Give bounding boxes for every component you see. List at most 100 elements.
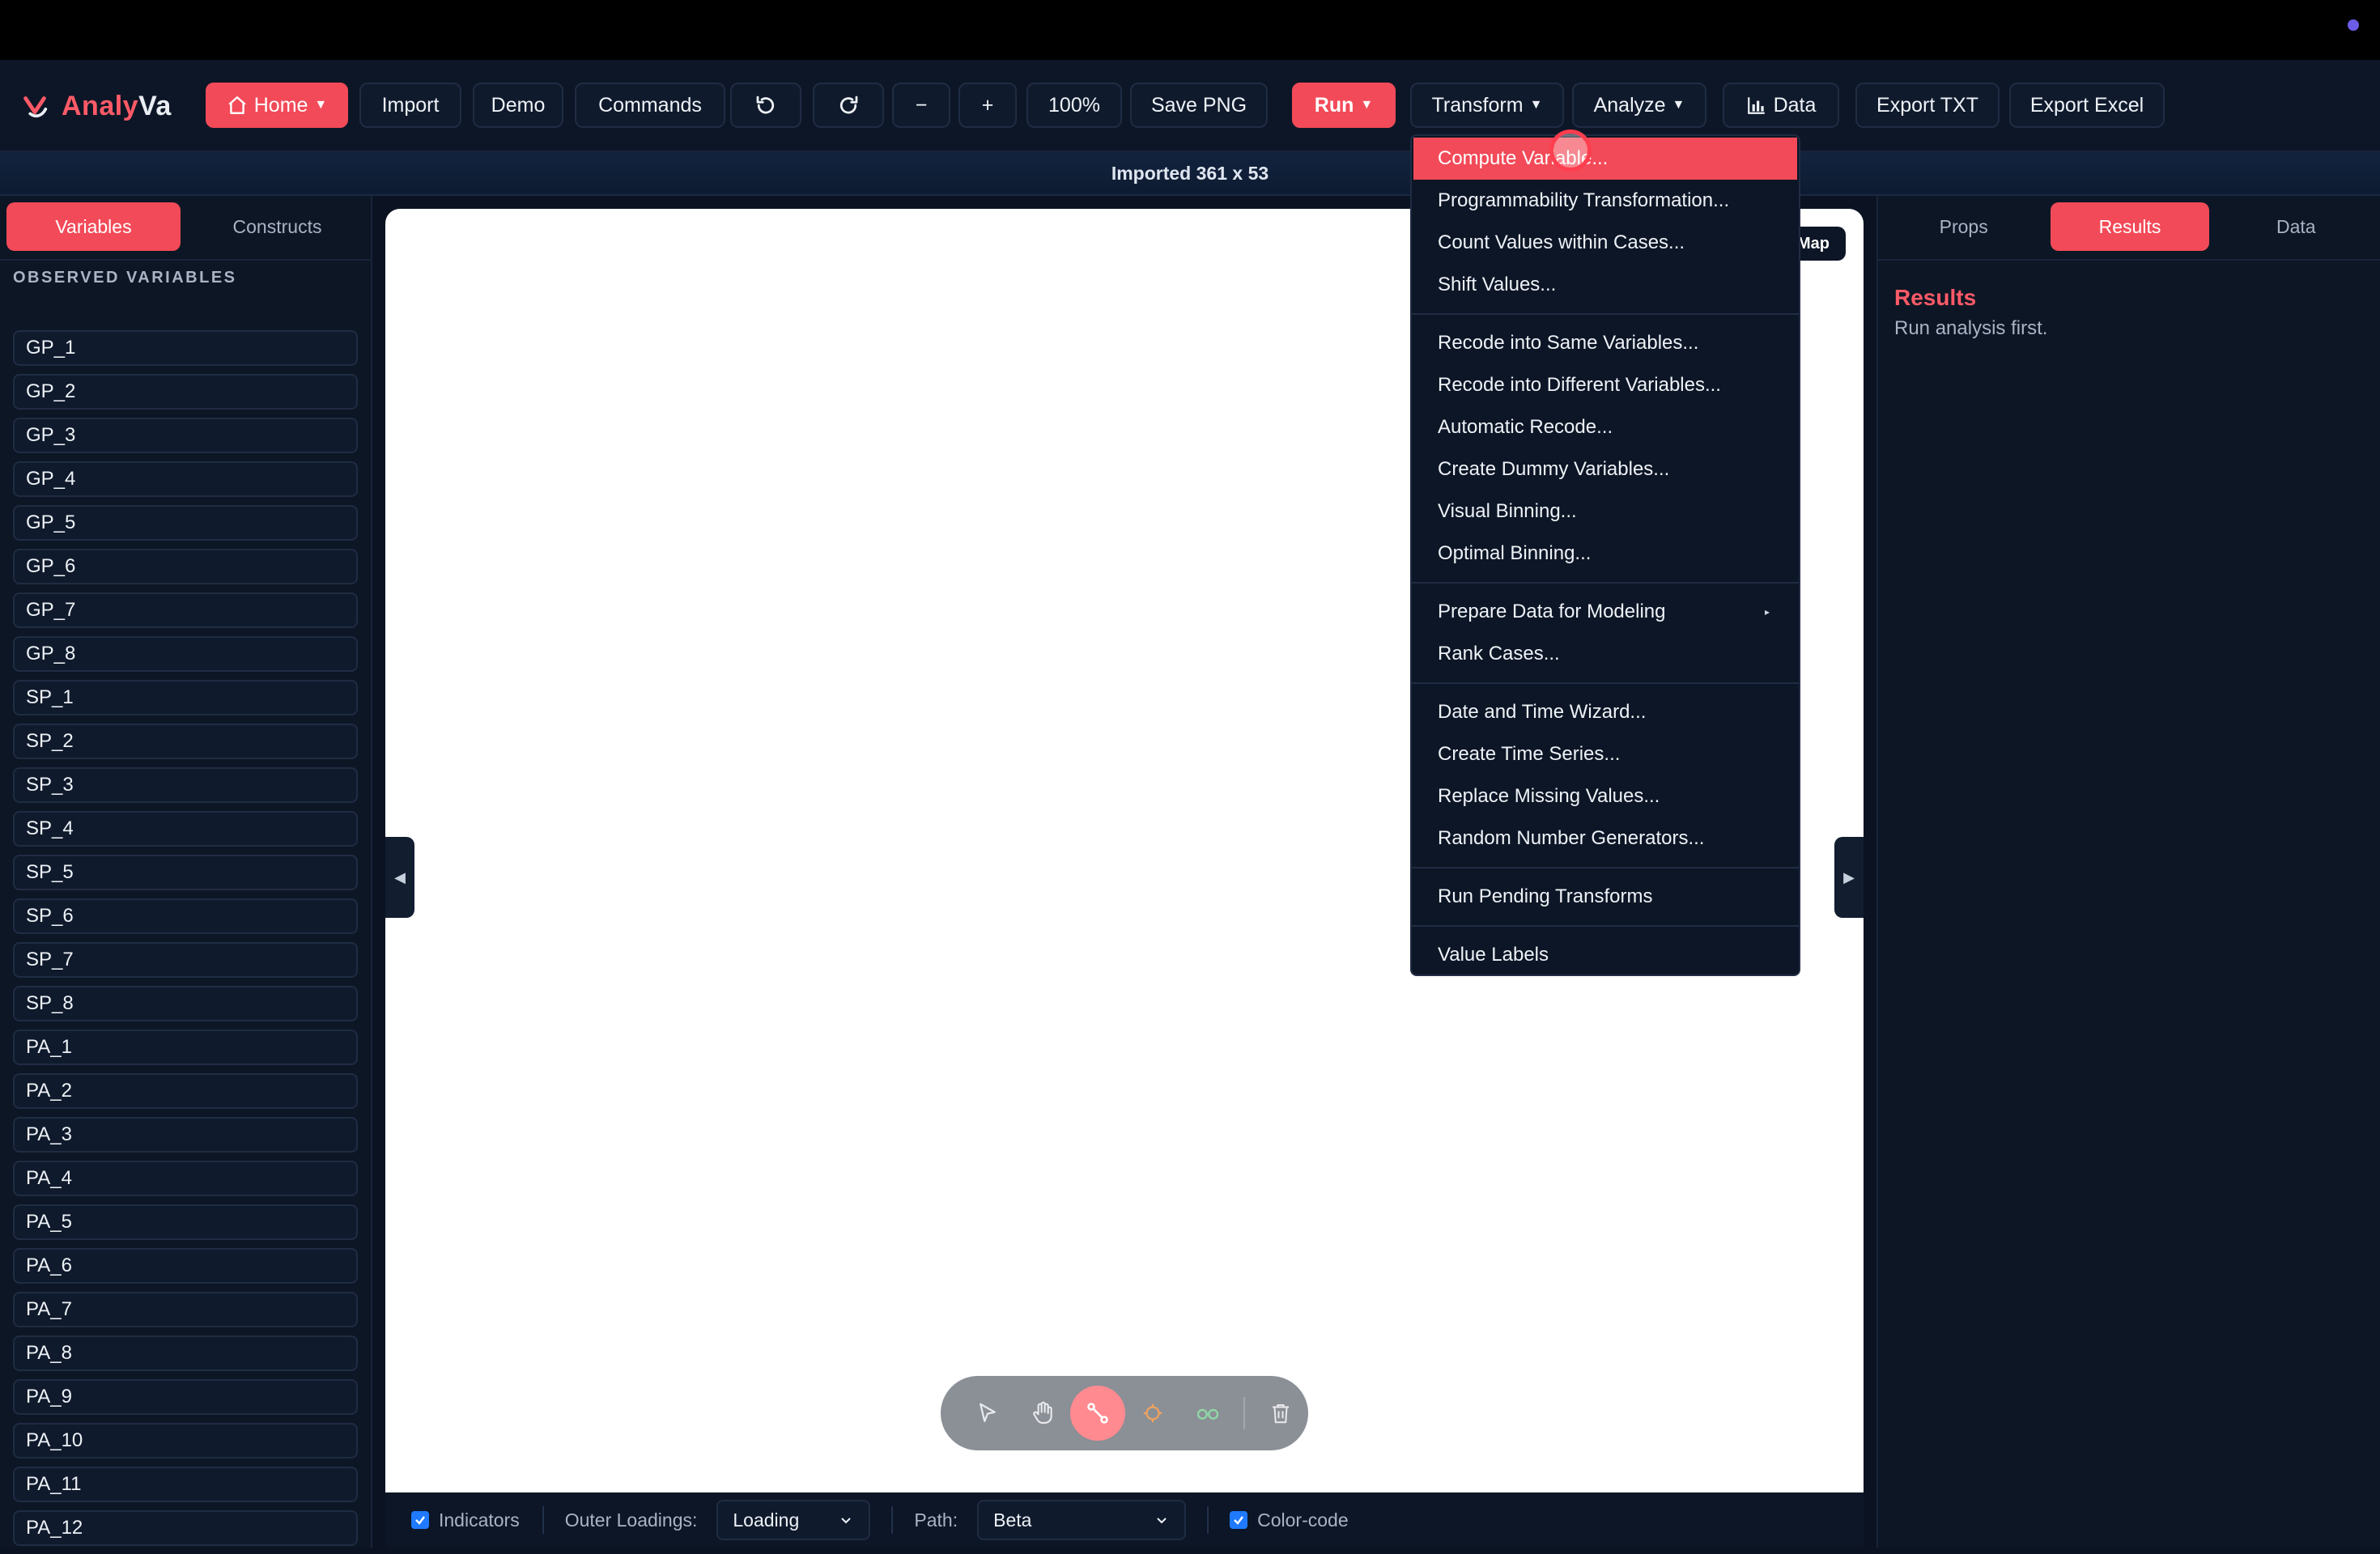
- variable-item[interactable]: GP_1: [13, 330, 358, 366]
- tab-results[interactable]: Results: [2051, 202, 2209, 251]
- chevron-down-icon: [1157, 1518, 1167, 1524]
- export-txt-button[interactable]: Export TXT: [1855, 83, 2000, 128]
- run-button[interactable]: Run ▼: [1292, 83, 1396, 128]
- variable-item[interactable]: PA_7: [13, 1292, 358, 1327]
- import-button[interactable]: Import: [359, 83, 461, 128]
- variable-item[interactable]: SP_1: [13, 680, 358, 715]
- save-png-button[interactable]: Save PNG: [1130, 83, 1268, 128]
- menu-item[interactable]: Optimal Binning...: [1413, 533, 1797, 575]
- path-select[interactable]: Beta: [977, 1500, 1187, 1540]
- menu-item[interactable]: Replace Missing Values...: [1413, 775, 1797, 817]
- variable-item[interactable]: GP_5: [13, 505, 358, 541]
- zoom-out-button[interactable]: −: [892, 83, 950, 128]
- menu-item-label: Automatic Recode...: [1438, 416, 1613, 438]
- undo-button[interactable]: [730, 83, 801, 128]
- menu-item[interactable]: Random Number Generators...: [1413, 817, 1797, 860]
- variable-item[interactable]: PA_6: [13, 1248, 358, 1284]
- right-panel-tabs: Props Results Data: [1885, 202, 2375, 251]
- variable-item[interactable]: PA_8: [13, 1335, 358, 1371]
- variable-item[interactable]: SP_5: [13, 855, 358, 890]
- menu-separator: [1412, 313, 1799, 315]
- variable-item[interactable]: PA_1: [13, 1030, 358, 1065]
- menu-item[interactable]: Shift Values...: [1413, 264, 1797, 306]
- menu-item[interactable]: Count Values within Cases...: [1413, 222, 1797, 264]
- redo-button[interactable]: [813, 83, 884, 128]
- variable-item[interactable]: PA_4: [13, 1161, 358, 1196]
- variable-item[interactable]: GP_3: [13, 418, 358, 453]
- menu-item-label: Recode into Same Variables...: [1438, 332, 1699, 354]
- construct-tool[interactable]: [1125, 1386, 1180, 1441]
- variable-item[interactable]: GP_2: [13, 374, 358, 410]
- tab-props[interactable]: Props: [1885, 202, 2042, 251]
- select-tool[interactable]: [960, 1386, 1015, 1441]
- menu-item[interactable]: Create Dummy Variables...: [1413, 448, 1797, 490]
- menu-separator: [1412, 682, 1799, 684]
- variable-item[interactable]: PA_3: [13, 1117, 358, 1153]
- left-panel-tabs: Variables Constructs: [6, 202, 364, 251]
- demo-button[interactable]: Demo: [473, 83, 563, 128]
- variable-item[interactable]: PA_5: [13, 1204, 358, 1240]
- canvas-tool-palette: [941, 1376, 1308, 1450]
- menu-item-label: Rank Cases...: [1438, 643, 1560, 664]
- variable-item[interactable]: SP_4: [13, 811, 358, 847]
- variable-item[interactable]: SP_7: [13, 942, 358, 978]
- menu-item[interactable]: Programmability Transformation...: [1413, 180, 1797, 222]
- variable-item[interactable]: PA_2: [13, 1073, 358, 1109]
- glasses-icon: [1196, 1408, 1219, 1420]
- divider: [1207, 1506, 1209, 1534]
- chevron-down-icon: ▼: [1529, 98, 1543, 112]
- menu-item[interactable]: Run Pending Transforms: [1413, 876, 1797, 918]
- results-message: Run analysis first.: [1894, 317, 2048, 339]
- outer-loadings-select[interactable]: Loading: [716, 1500, 871, 1540]
- menu-item[interactable]: Visual Binning...: [1413, 490, 1797, 533]
- menu-item[interactable]: Compute Variable...: [1413, 138, 1797, 180]
- home-button[interactable]: Home ▼: [206, 83, 348, 128]
- menu-item[interactable]: Date and Time Wizard...: [1413, 691, 1797, 733]
- correlation-tool[interactable]: [1180, 1386, 1235, 1441]
- color-code-checkbox[interactable]: [1230, 1511, 1248, 1529]
- variable-item[interactable]: PA_11: [13, 1467, 358, 1502]
- delete-tool[interactable]: [1253, 1386, 1308, 1441]
- app-name: AnalyVa: [62, 90, 172, 121]
- variable-item[interactable]: GP_6: [13, 549, 358, 584]
- variable-item[interactable]: SP_2: [13, 724, 358, 759]
- variable-item[interactable]: PA_9: [13, 1379, 358, 1415]
- menu-item[interactable]: Automatic Recode...: [1413, 406, 1797, 448]
- checkmark-icon: [1234, 1516, 1244, 1525]
- menu-item[interactable]: Rank Cases...: [1413, 633, 1797, 675]
- variable-item[interactable]: GP_7: [13, 592, 358, 628]
- menu-separator: [1412, 582, 1799, 584]
- menu-item-label: Count Values within Cases...: [1438, 231, 1685, 253]
- zoom-in-button[interactable]: +: [958, 83, 1017, 128]
- variable-item[interactable]: SP_8: [13, 986, 358, 1021]
- pan-tool[interactable]: [1015, 1386, 1070, 1441]
- menu-item[interactable]: Recode into Different Variables...: [1413, 364, 1797, 406]
- zoom-level-button[interactable]: 100%: [1026, 83, 1122, 128]
- menu-item-label: Value Labels: [1438, 944, 1549, 966]
- indicators-checkbox[interactable]: [411, 1511, 429, 1529]
- commands-button[interactable]: Commands: [575, 83, 725, 128]
- variable-item[interactable]: SP_6: [13, 898, 358, 934]
- tab-constructs[interactable]: Constructs: [190, 202, 364, 251]
- tab-variables[interactable]: Variables: [6, 202, 181, 251]
- collapse-right-panel-button[interactable]: ▶: [1834, 837, 1864, 918]
- transform-menu-button[interactable]: Transform ▼: [1410, 83, 1564, 128]
- path-label: Path:: [914, 1509, 958, 1531]
- variable-item[interactable]: GP_4: [13, 461, 358, 497]
- menu-item[interactable]: Prepare Data for Modeling ▸: [1413, 591, 1797, 633]
- menu-item[interactable]: Create Time Series...: [1413, 733, 1797, 775]
- variable-item[interactable]: PA_12: [13, 1510, 358, 1546]
- menu-item[interactable]: Value Labels: [1413, 934, 1797, 976]
- variable-item[interactable]: PA_10: [13, 1423, 358, 1458]
- connect-tool[interactable]: [1070, 1386, 1125, 1441]
- analyze-menu-button[interactable]: Analyze ▼: [1572, 83, 1706, 128]
- collapse-left-panel-button[interactable]: ◀: [385, 837, 414, 918]
- export-excel-button[interactable]: Export Excel: [2009, 83, 2165, 128]
- chevron-down-icon: ▼: [1360, 98, 1374, 112]
- logo-icon: [23, 96, 48, 118]
- tab-data[interactable]: Data: [2217, 202, 2375, 251]
- variable-item[interactable]: SP_3: [13, 767, 358, 803]
- menu-item[interactable]: Recode into Same Variables...: [1413, 322, 1797, 364]
- variable-item[interactable]: GP_8: [13, 636, 358, 672]
- data-button[interactable]: Data: [1723, 83, 1839, 128]
